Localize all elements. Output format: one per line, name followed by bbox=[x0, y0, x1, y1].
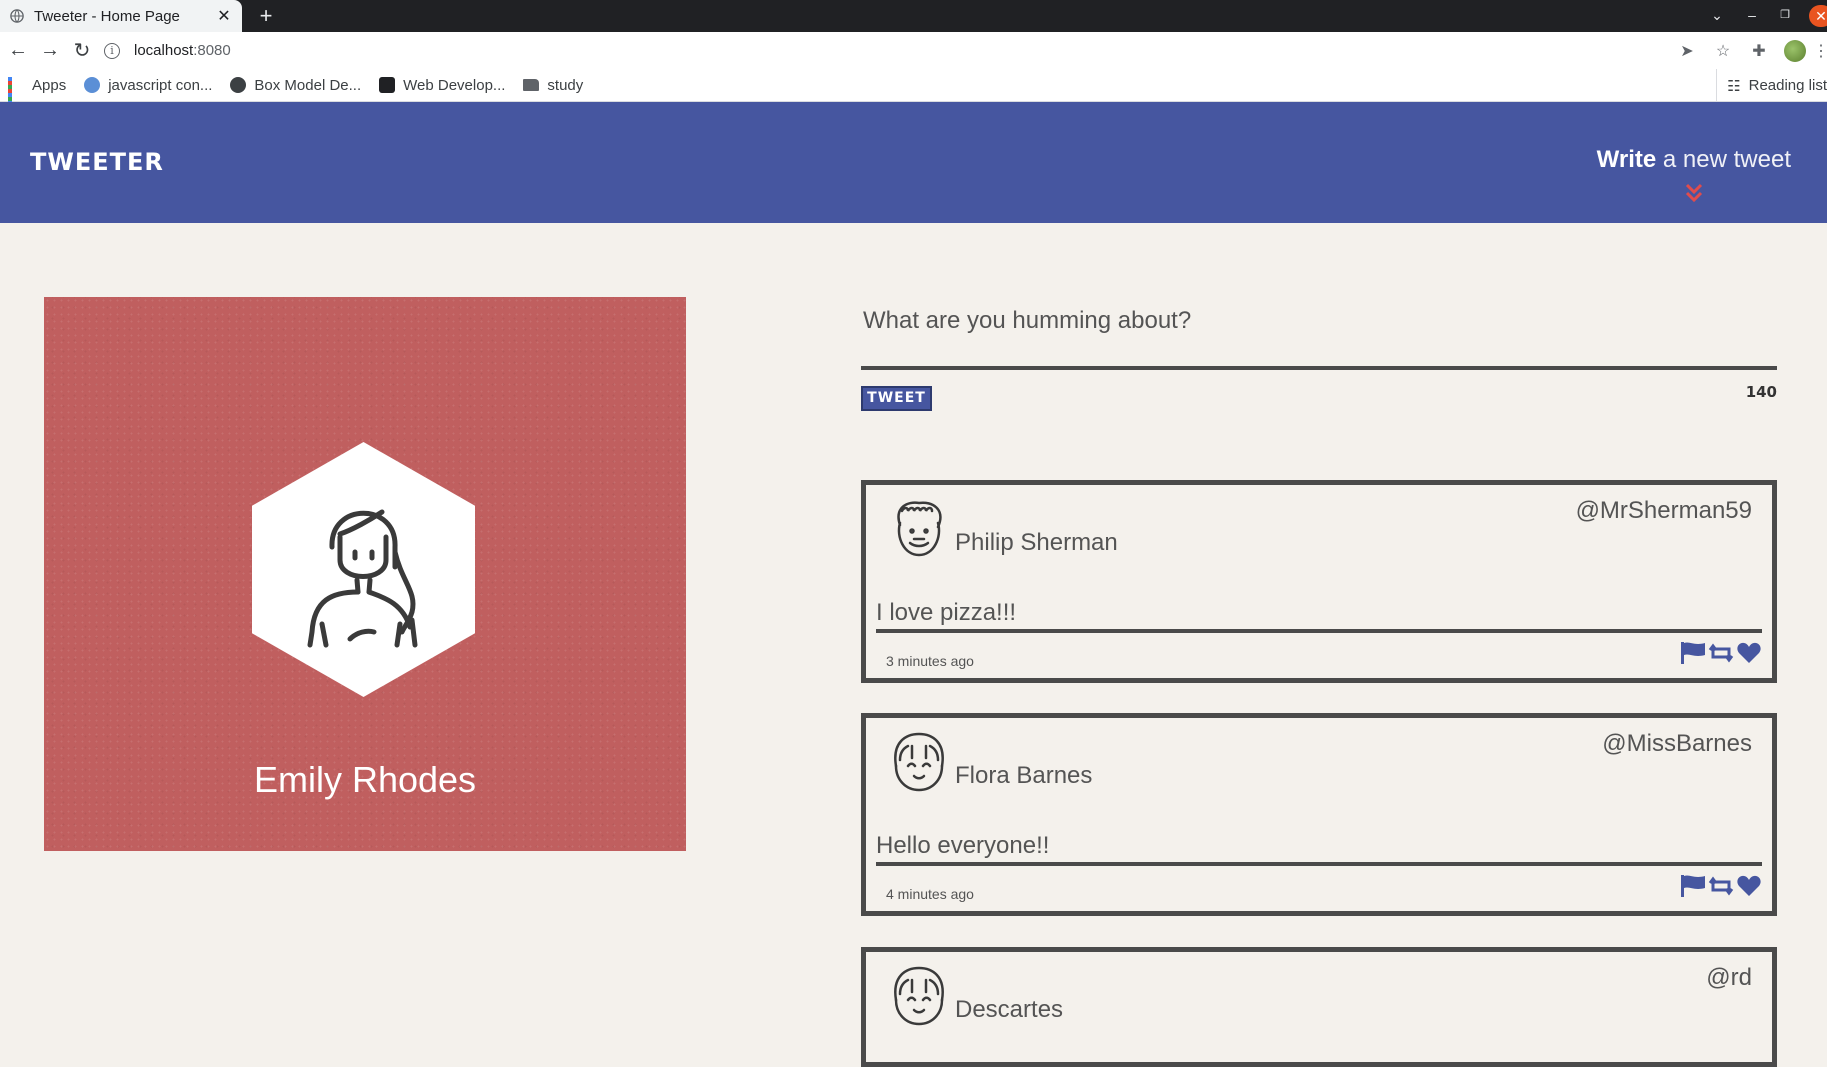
tab-title: Tweeter - Home Page bbox=[34, 7, 180, 25]
new-tweet-label: a new tweet bbox=[1656, 146, 1791, 173]
tweet-content: I love pizza!!! bbox=[876, 599, 1017, 626]
tweet-textarea[interactable] bbox=[861, 297, 1777, 370]
reload-icon[interactable]: ↻ bbox=[68, 37, 96, 65]
tweet-content: Hello everyone!! bbox=[876, 832, 1050, 859]
heart-icon[interactable] bbox=[1736, 874, 1762, 898]
address-bar[interactable]: i localhost:8080 bbox=[104, 35, 1644, 66]
new-tweet-form: TWEET 140 bbox=[861, 297, 1777, 411]
globe-icon bbox=[230, 77, 247, 93]
profile-card: Emily Rhodes bbox=[44, 297, 686, 851]
profile-avatar-icon[interactable] bbox=[1784, 39, 1806, 62]
folder-icon bbox=[523, 79, 540, 91]
bookmarks-bar: Apps javascript con... Box Model De... W… bbox=[0, 69, 1827, 113]
profile-avatar bbox=[252, 442, 475, 697]
tweet-author-name: Flora Barnes bbox=[955, 762, 1093, 789]
globe-icon bbox=[10, 9, 24, 23]
minimize-icon[interactable]: – bbox=[1740, 0, 1764, 32]
browser-tab[interactable]: Tweeter - Home Page ✕ bbox=[0, 0, 242, 32]
back-icon[interactable]: ← bbox=[4, 37, 32, 65]
retweet-icon[interactable] bbox=[1708, 641, 1734, 665]
tweet-author-name: Descartes bbox=[955, 996, 1064, 1023]
bookmark-apps[interactable]: Apps bbox=[8, 76, 67, 113]
heart-icon[interactable] bbox=[1736, 641, 1762, 665]
bookmark-label: Apps bbox=[32, 76, 67, 94]
bookmark-study[interactable]: study bbox=[523, 77, 583, 94]
extensions-icon[interactable]: ✚ bbox=[1741, 41, 1777, 61]
user-avatar-icon bbox=[897, 501, 942, 557]
url-port: :8080 bbox=[193, 42, 231, 59]
bookmark-web-develop[interactable]: Web Develop... bbox=[379, 77, 505, 94]
tweet-divider bbox=[876, 862, 1762, 866]
tweet-divider bbox=[876, 629, 1762, 633]
url-host: localhost bbox=[134, 42, 194, 59]
restore-icon[interactable]: ❐ bbox=[1773, 0, 1797, 32]
tweet-actions bbox=[1678, 874, 1762, 898]
site-logo[interactable]: TWEETER bbox=[30, 148, 164, 176]
tweet-card: Flora Barnes @MissBarnes Hello everyone!… bbox=[861, 713, 1777, 916]
profile-name: Emily Rhodes bbox=[253, 759, 477, 800]
flag-icon[interactable] bbox=[1680, 874, 1706, 898]
send-icon[interactable]: ➤ bbox=[1669, 41, 1705, 61]
tweet-card: Philip Sherman @MrSherman59 I love pizza… bbox=[861, 480, 1777, 683]
bookmark-label: Web Develop... bbox=[403, 76, 506, 94]
tweet-author-handle: @MissBarnes bbox=[1602, 730, 1752, 757]
tweet-button[interactable]: TWEET bbox=[861, 386, 932, 411]
site-header: TWEETER Write a new tweet bbox=[0, 102, 1827, 223]
tweet-timestamp: 4 minutes ago bbox=[886, 886, 974, 902]
tweet-author-handle: @MrSherman59 bbox=[1575, 497, 1752, 524]
browser-toolbar: ← → ↻ i localhost:8080 ➤ ☆ ✚ ⋮ bbox=[0, 32, 1827, 69]
bookmark-label: javascript con... bbox=[108, 76, 213, 94]
window-close-icon[interactable]: ✕ bbox=[1809, 5, 1827, 27]
flag-icon[interactable] bbox=[1680, 641, 1706, 665]
bookmark-box-model[interactable]: Box Model De... bbox=[230, 77, 361, 94]
bookmark-star-icon[interactable]: ☆ bbox=[1705, 41, 1741, 61]
bookmark-label: study bbox=[547, 76, 584, 94]
write-label: Write bbox=[1596, 146, 1657, 173]
site-favicon-icon bbox=[379, 77, 396, 93]
forward-icon[interactable]: → bbox=[36, 37, 64, 65]
tweet-timestamp: 3 minutes ago bbox=[886, 653, 974, 669]
menu-dots-icon[interactable]: ⋮ bbox=[1813, 41, 1827, 61]
double-chevron-down-icon[interactable] bbox=[1684, 182, 1704, 204]
tweet-actions bbox=[1678, 641, 1762, 665]
write-new-tweet-toggle[interactable]: Write a new tweet bbox=[1596, 146, 1791, 203]
site-favicon-icon bbox=[84, 77, 101, 93]
site-info-icon[interactable]: i bbox=[104, 42, 120, 59]
reading-list-icon: ☷ bbox=[1727, 77, 1741, 95]
url-text: localhost:8080 bbox=[134, 42, 231, 59]
bookmark-label: Box Model De... bbox=[254, 76, 362, 94]
close-tab-icon[interactable]: ✕ bbox=[216, 6, 232, 26]
reading-list-label: Reading list bbox=[1748, 77, 1827, 94]
retweet-icon[interactable] bbox=[1708, 874, 1734, 898]
apps-grid-icon bbox=[8, 77, 24, 113]
reading-list[interactable]: ☷ Reading list bbox=[1716, 69, 1827, 102]
tweet-card: Descartes @rd bbox=[861, 947, 1777, 1067]
tweet-author-name: Philip Sherman bbox=[955, 529, 1118, 556]
user-avatar-icon bbox=[894, 966, 944, 1026]
browser-tab-bar: Tweeter - Home Page ✕ + ⌄ – ❐ ✕ bbox=[0, 0, 1827, 32]
new-tab-icon[interactable]: + bbox=[254, 4, 278, 28]
character-counter: 140 bbox=[1745, 383, 1777, 401]
tweet-author-handle: @rd bbox=[1706, 964, 1752, 991]
user-avatar-icon bbox=[894, 732, 944, 792]
tab-search-icon[interactable]: ⌄ bbox=[1705, 0, 1729, 32]
bookmark-javascript[interactable]: javascript con... bbox=[84, 77, 212, 94]
